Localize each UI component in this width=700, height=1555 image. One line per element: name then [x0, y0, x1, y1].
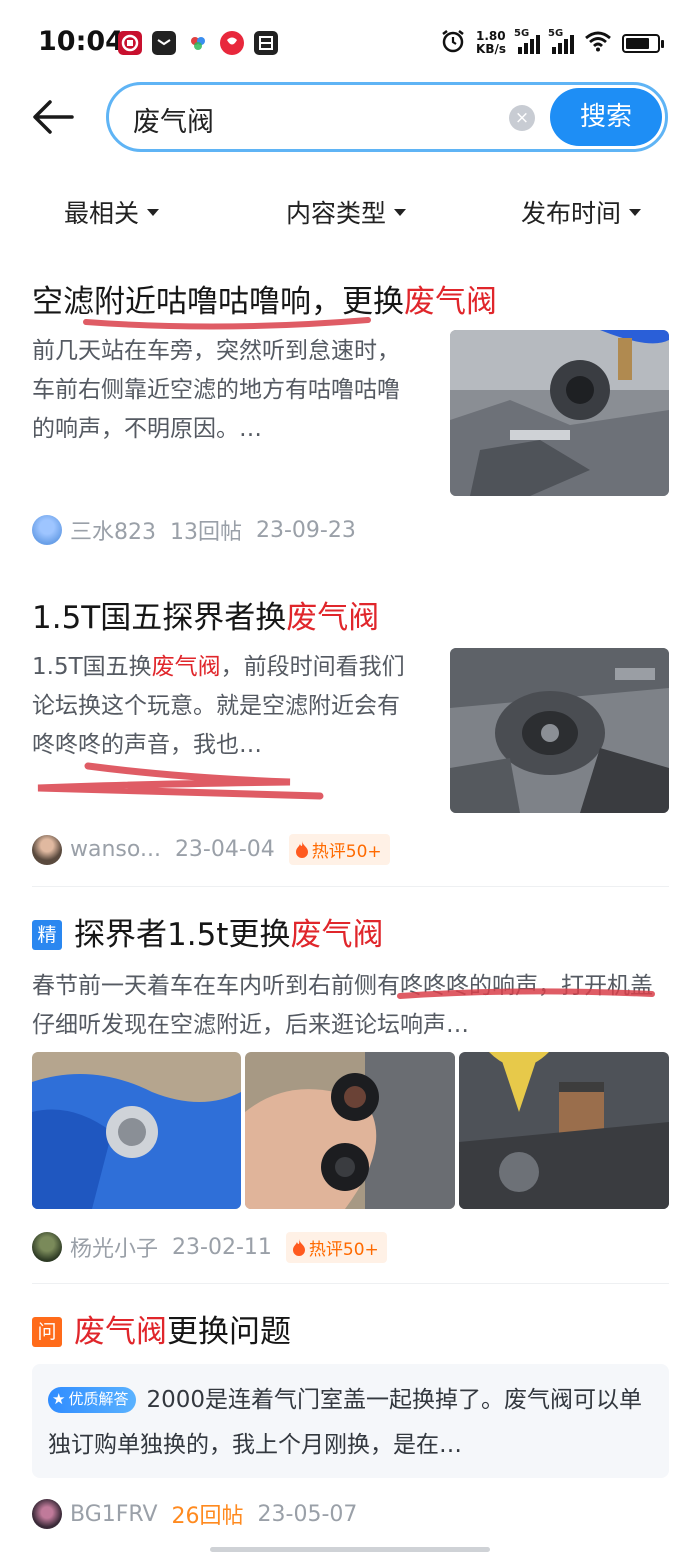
filter-bar: 最相关 内容类型 发布时间: [0, 186, 700, 234]
filter-content-type[interactable]: 内容类型: [286, 194, 407, 230]
home-indicator[interactable]: [210, 1547, 490, 1552]
post-title: 1.5T国五探界者换废气阀: [32, 600, 380, 636]
post-thumbnail[interactable]: [450, 330, 669, 496]
battery-icon: [622, 33, 664, 53]
status-bar: 10:04 1.80 KB/s 5G 5G: [0, 0, 700, 86]
avatar[interactable]: [32, 1499, 62, 1529]
avatar[interactable]: [32, 515, 62, 545]
tag-featured: 精: [32, 920, 62, 950]
post-card[interactable]: 1.5T国五探界者换废气阀 1.5T国五换废气阀，前段时间看我们论坛换这个玩意。…: [32, 598, 669, 868]
post-meta: 三水823 13回帖 23-09-23: [32, 514, 356, 546]
back-button[interactable]: [30, 96, 76, 138]
filter-label: 内容类型: [286, 199, 387, 228]
filter-relevance[interactable]: 最相关: [64, 194, 160, 230]
arrow-left-icon: [33, 100, 74, 134]
flame-icon: [292, 1238, 305, 1256]
hot-comments-badge: 热评50+: [288, 834, 390, 865]
post-card[interactable]: 精探界者1.5t更换废气阀 春节前一天着车在车内听到右前侧有咚咚咚的响声，打开机…: [32, 915, 669, 1265]
flame-icon: [295, 841, 308, 858]
reply-count: 13回帖: [170, 520, 242, 545]
post-title: 空滤附近咕噜咕噜响，更换废气阀: [32, 284, 497, 320]
signal-icon: 5G: [514, 28, 540, 54]
post-thumbnail[interactable]: [450, 648, 669, 813]
divider: [32, 1283, 669, 1284]
caret-down-icon: [394, 208, 407, 216]
answer-text: ★ 优质解答 2000是连着气门室盖一起换掉了。废气阀可以单独订购单独换的，我上个月…: [48, 1378, 658, 1468]
alarm-icon: [440, 28, 466, 58]
search-box: × 搜索: [106, 82, 668, 152]
bank-app-icon: [118, 31, 142, 55]
messages-app-icon: [152, 31, 176, 55]
post-title: 精探界者1.5t更换废气阀: [32, 915, 669, 955]
post-meta: 杨光小子 23-02-11 热评50+: [32, 1231, 387, 1263]
post-date: 23-09-23: [256, 517, 356, 543]
avatar[interactable]: [32, 1232, 62, 1262]
signal-icon: 5G: [548, 28, 574, 54]
search-header: × 搜索: [0, 82, 700, 154]
filter-label: 最相关: [64, 199, 140, 228]
post-excerpt: 春节前一天着车在车内听到右前侧有咚咚咚的响声，打开机盖仔细听发现在空滤附近，后来…: [32, 973, 653, 1038]
post-date: 23-02-11: [172, 1234, 272, 1260]
reply-count: 26回帖: [171, 1504, 244, 1529]
photos-app-icon: [186, 31, 210, 55]
post-date: 23-04-04: [174, 837, 275, 862]
post-date: 23-05-07: [257, 1501, 358, 1527]
filter-publish-time[interactable]: 发布时间: [521, 194, 642, 230]
author-name[interactable]: 三水823: [70, 514, 156, 546]
post-image[interactable]: [459, 1052, 669, 1209]
avatar[interactable]: [32, 834, 62, 865]
search-button[interactable]: 搜索: [550, 88, 662, 146]
divider: [32, 886, 669, 887]
hot-label: 热评50+: [308, 1239, 379, 1260]
net-speed: 1.80 KB/s: [476, 29, 506, 56]
filter-label: 发布时间: [521, 199, 622, 228]
search-input[interactable]: [133, 101, 493, 137]
post-image[interactable]: [245, 1052, 455, 1209]
quality-answer-badge: ★ 优质解答: [48, 1386, 137, 1413]
post-image[interactable]: [32, 1052, 241, 1209]
author-name[interactable]: wanso...: [70, 837, 161, 862]
status-time: 10:04: [38, 26, 124, 57]
author-name[interactable]: 杨光小子: [70, 1231, 158, 1263]
wifi-icon: [584, 30, 612, 56]
post-card[interactable]: 问废气阀更换问题: [32, 1312, 669, 1352]
star-icon: ★: [52, 1390, 66, 1408]
post-meta: wanso... 23-04-04 热评50+: [32, 834, 390, 865]
post-card[interactable]: 空滤附近咕噜咕噜响，更换废气阀 前几天站在车旁，突然听到怠速时，车前右侧靠近空滤…: [32, 282, 669, 552]
post-excerpt: 前几天站在车旁，突然听到怠速时，车前右侧靠近空滤的地方有咕噜咕噜的响声，不明原因…: [32, 338, 400, 442]
post-meta: BG1FRV 26回帖 23-05-07: [32, 1498, 357, 1530]
caret-down-icon: [147, 208, 160, 216]
best-answer[interactable]: ★ 优质解答 2000是连着气门室盖一起换掉了。废气阀可以单独订购单独换的，我上个月…: [32, 1364, 669, 1478]
hot-label: 热评50+: [311, 842, 382, 862]
clear-icon[interactable]: ×: [509, 105, 535, 131]
author-name[interactable]: BG1FRV: [70, 1502, 158, 1527]
hot-comments-badge: 热评50+: [285, 1231, 387, 1263]
red-app-icon: [220, 31, 244, 55]
inbox-app-icon: [254, 31, 278, 55]
post-title: 问废气阀更换问题: [32, 1312, 669, 1352]
caret-down-icon: [629, 208, 642, 216]
tag-question: 问: [32, 1317, 62, 1347]
post-excerpt: 1.5T国五换废气阀，前段时间看我们论坛换这个玩意。就是空滤附近会有咚咚咚的声音…: [32, 654, 405, 758]
